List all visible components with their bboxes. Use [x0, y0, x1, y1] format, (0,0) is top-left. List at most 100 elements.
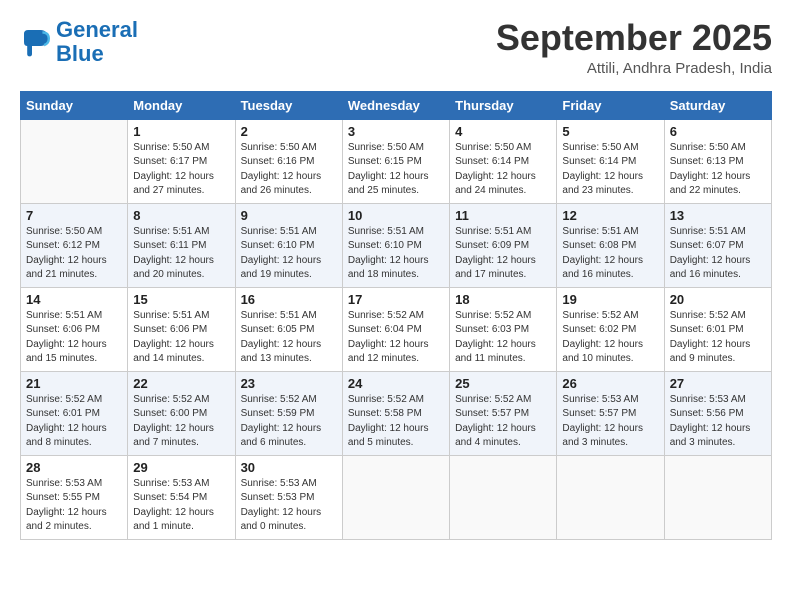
day-number: 7: [26, 208, 122, 223]
day-info: Sunrise: 5:52 AMSunset: 6:00 PMDaylight:…: [133, 393, 229, 451]
day-number: 19: [562, 292, 658, 307]
col-saturday: Saturday: [664, 91, 771, 119]
day-cell: 29 Sunrise: 5:53 AMSunset: 5:54 PMDayligh…: [128, 455, 235, 539]
day-cell: 4 Sunrise: 5:50 AMSunset: 6:14 PMDaylight…: [450, 119, 557, 203]
day-number: 18: [455, 292, 551, 307]
day-info: Sunrise: 5:52 AMSunset: 5:59 PMDaylight:…: [241, 393, 337, 451]
day-info: Sunrise: 5:50 AMSunset: 6:14 PMDaylight:…: [562, 141, 658, 199]
day-cell: 15 Sunrise: 5:51 AMSunset: 6:06 PMDayligh…: [128, 287, 235, 371]
day-cell: 30 Sunrise: 5:53 AMSunset: 5:53 PMDayligh…: [235, 455, 342, 539]
day-info: Sunrise: 5:53 AMSunset: 5:53 PMDaylight:…: [241, 477, 337, 535]
day-number: 3: [348, 124, 444, 139]
col-thursday: Thursday: [450, 91, 557, 119]
day-number: 28: [26, 460, 122, 475]
day-number: 17: [348, 292, 444, 307]
page: General Blue September 2025 Attili, Andh…: [0, 0, 792, 612]
col-monday: Monday: [128, 91, 235, 119]
day-cell: [557, 455, 664, 539]
day-cell: [342, 455, 449, 539]
day-number: 13: [670, 208, 766, 223]
day-number: 2: [241, 124, 337, 139]
day-cell: 12 Sunrise: 5:51 AMSunset: 6:08 PMDayligh…: [557, 203, 664, 287]
col-friday: Friday: [557, 91, 664, 119]
day-info: Sunrise: 5:53 AMSunset: 5:55 PMDaylight:…: [26, 477, 122, 535]
day-cell: 14Sunrise: 5:51 AMSunset: 6:06 PMDayligh…: [21, 287, 128, 371]
calendar-table: Sunday Monday Tuesday Wednesday Thursday…: [20, 91, 772, 540]
day-info: Sunrise: 5:53 AMSunset: 5:57 PMDaylight:…: [562, 393, 658, 451]
day-number: 29: [133, 460, 229, 475]
day-cell: [21, 119, 128, 203]
day-number: 23: [241, 376, 337, 391]
day-number: 27: [670, 376, 766, 391]
day-info: Sunrise: 5:52 AMSunset: 6:01 PMDaylight:…: [26, 393, 122, 451]
day-info: Sunrise: 5:51 AMSunset: 6:09 PMDaylight:…: [455, 225, 551, 283]
day-number: 30: [241, 460, 337, 475]
day-cell: 3 Sunrise: 5:50 AMSunset: 6:15 PMDaylight…: [342, 119, 449, 203]
day-number: 14: [26, 292, 122, 307]
day-cell: 26 Sunrise: 5:53 AMSunset: 5:57 PMDayligh…: [557, 371, 664, 455]
day-info: Sunrise: 5:52 AMSunset: 6:01 PMDaylight:…: [670, 309, 766, 367]
logo-text: General Blue: [56, 18, 138, 66]
day-info: Sunrise: 5:51 AMSunset: 6:08 PMDaylight:…: [562, 225, 658, 283]
day-info: Sunrise: 5:50 AMSunset: 6:13 PMDaylight:…: [670, 141, 766, 199]
day-cell: 2 Sunrise: 5:50 AMSunset: 6:16 PMDaylight…: [235, 119, 342, 203]
header-row: Sunday Monday Tuesday Wednesday Thursday…: [21, 91, 772, 119]
day-cell: 23 Sunrise: 5:52 AMSunset: 5:59 PMDayligh…: [235, 371, 342, 455]
day-info: Sunrise: 5:51 AMSunset: 6:07 PMDaylight:…: [670, 225, 766, 283]
day-number: 9: [241, 208, 337, 223]
week-row-5: 28 Sunrise: 5:53 AMSunset: 5:55 PMDayligh…: [21, 455, 772, 539]
week-row-1: 1 Sunrise: 5:50 AMSunset: 6:17 PMDaylight…: [21, 119, 772, 203]
col-tuesday: Tuesday: [235, 91, 342, 119]
day-number: 26: [562, 376, 658, 391]
logo-icon: [20, 26, 52, 58]
day-info: Sunrise: 5:50 AMSunset: 6:17 PMDaylight:…: [133, 141, 229, 199]
day-info: Sunrise: 5:52 AMSunset: 6:04 PMDaylight:…: [348, 309, 444, 367]
day-number: 4: [455, 124, 551, 139]
day-cell: 18 Sunrise: 5:52 AMSunset: 6:03 PMDayligh…: [450, 287, 557, 371]
day-number: 20: [670, 292, 766, 307]
day-info: Sunrise: 5:51 AMSunset: 6:10 PMDaylight:…: [241, 225, 337, 283]
day-info: Sunrise: 5:52 AMSunset: 6:02 PMDaylight:…: [562, 309, 658, 367]
day-cell: 25 Sunrise: 5:52 AMSunset: 5:57 PMDayligh…: [450, 371, 557, 455]
day-info: Sunrise: 5:50 AMSunset: 6:15 PMDaylight:…: [348, 141, 444, 199]
day-number: 15: [133, 292, 229, 307]
day-cell: 10 Sunrise: 5:51 AMSunset: 6:10 PMDayligh…: [342, 203, 449, 287]
day-info: Sunrise: 5:51 AMSunset: 6:11 PMDaylight:…: [133, 225, 229, 283]
day-info: Sunrise: 5:51 AMSunset: 6:10 PMDaylight:…: [348, 225, 444, 283]
day-cell: [664, 455, 771, 539]
day-info: Sunrise: 5:52 AMSunset: 5:57 PMDaylight:…: [455, 393, 551, 451]
day-info: Sunrise: 5:50 AMSunset: 6:12 PMDaylight:…: [26, 225, 122, 283]
day-number: 25: [455, 376, 551, 391]
day-number: 1: [133, 124, 229, 139]
day-info: Sunrise: 5:53 AMSunset: 5:54 PMDaylight:…: [133, 477, 229, 535]
day-cell: 6 Sunrise: 5:50 AMSunset: 6:13 PMDaylight…: [664, 119, 771, 203]
title-block: September 2025 Attili, Andhra Pradesh, I…: [496, 18, 772, 77]
day-number: 24: [348, 376, 444, 391]
day-cell: 5 Sunrise: 5:50 AMSunset: 6:14 PMDaylight…: [557, 119, 664, 203]
day-number: 5: [562, 124, 658, 139]
day-cell: 17 Sunrise: 5:52 AMSunset: 6:04 PMDayligh…: [342, 287, 449, 371]
day-cell: 13 Sunrise: 5:51 AMSunset: 6:07 PMDayligh…: [664, 203, 771, 287]
day-info: Sunrise: 5:52 AMSunset: 5:58 PMDaylight:…: [348, 393, 444, 451]
day-info: Sunrise: 5:50 AMSunset: 6:16 PMDaylight:…: [241, 141, 337, 199]
day-info: Sunrise: 5:52 AMSunset: 6:03 PMDaylight:…: [455, 309, 551, 367]
week-row-4: 21Sunrise: 5:52 AMSunset: 6:01 PMDayligh…: [21, 371, 772, 455]
day-cell: [450, 455, 557, 539]
day-cell: 24 Sunrise: 5:52 AMSunset: 5:58 PMDayligh…: [342, 371, 449, 455]
location: Attili, Andhra Pradesh, India: [496, 60, 772, 77]
logo: General Blue: [20, 18, 138, 66]
day-cell: 1 Sunrise: 5:50 AMSunset: 6:17 PMDaylight…: [128, 119, 235, 203]
day-cell: 21Sunrise: 5:52 AMSunset: 6:01 PMDayligh…: [21, 371, 128, 455]
day-number: 12: [562, 208, 658, 223]
day-info: Sunrise: 5:53 AMSunset: 5:56 PMDaylight:…: [670, 393, 766, 451]
week-row-2: 7 Sunrise: 5:50 AMSunset: 6:12 PMDaylight…: [21, 203, 772, 287]
day-number: 6: [670, 124, 766, 139]
day-cell: 19 Sunrise: 5:52 AMSunset: 6:02 PMDayligh…: [557, 287, 664, 371]
day-cell: 9 Sunrise: 5:51 AMSunset: 6:10 PMDaylight…: [235, 203, 342, 287]
day-cell: 28 Sunrise: 5:53 AMSunset: 5:55 PMDayligh…: [21, 455, 128, 539]
day-number: 10: [348, 208, 444, 223]
week-row-3: 14 Sunrise: 5:51 AMSunset: 6:06 PMDayligh…: [21, 287, 772, 371]
day-cell: 7 Sunrise: 5:50 AMSunset: 6:12 PMDaylight…: [21, 203, 128, 287]
day-info: Sunrise: 5:50 AMSunset: 6:14 PMDaylight:…: [455, 141, 551, 199]
day-info: Sunrise: 5:51 AMSunset: 6:06 PMDaylight:…: [133, 309, 229, 367]
